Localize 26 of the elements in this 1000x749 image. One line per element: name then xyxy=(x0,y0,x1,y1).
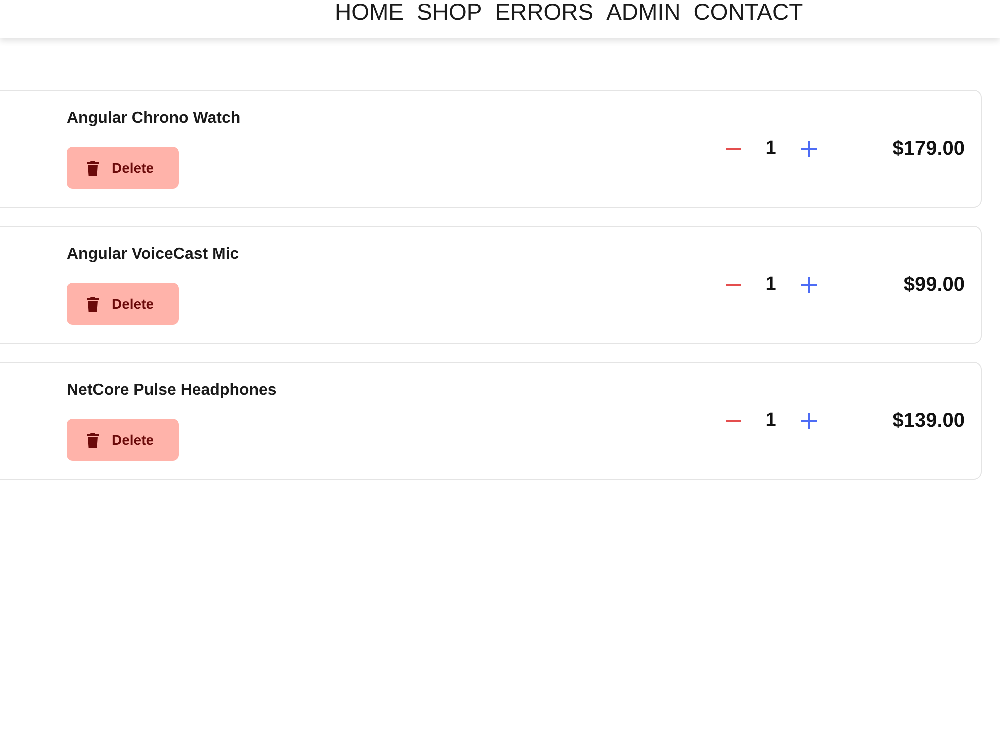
quantity-value: 1 xyxy=(764,272,778,297)
trash-icon xyxy=(87,296,99,312)
nav-link[interactable]: HOME xyxy=(335,0,404,24)
minus-icon xyxy=(726,420,740,422)
item-price: $139.00 xyxy=(892,409,965,434)
nav-link[interactable]: ERRORS xyxy=(495,0,594,24)
delete-button[interactable]: Delete xyxy=(67,419,179,461)
trash-icon xyxy=(87,432,99,448)
product-name: Angular Chrono Watch xyxy=(67,109,241,129)
delete-button[interactable]: Delete xyxy=(67,283,179,325)
delete-button[interactable]: Delete xyxy=(67,147,179,189)
quantity-value: 1 xyxy=(764,136,778,161)
nav-link[interactable]: CONTACT xyxy=(694,0,804,24)
product-name: NetCore Pulse Headphones xyxy=(67,381,277,401)
plus-icon xyxy=(801,413,817,429)
nav-link[interactable]: ADMIN xyxy=(606,0,681,24)
quantity-value: 1 xyxy=(764,408,778,433)
minus-icon xyxy=(726,148,740,150)
item-price: $99.00 xyxy=(902,273,965,298)
trash-icon xyxy=(87,160,99,176)
item-price: $179.00 xyxy=(892,137,965,162)
minus-icon xyxy=(726,284,740,286)
plus-icon xyxy=(801,141,817,157)
product-name: Angular VoiceCast Mic xyxy=(67,245,240,265)
nav-link[interactable]: SHOP xyxy=(417,0,482,24)
plus-icon xyxy=(801,277,817,293)
